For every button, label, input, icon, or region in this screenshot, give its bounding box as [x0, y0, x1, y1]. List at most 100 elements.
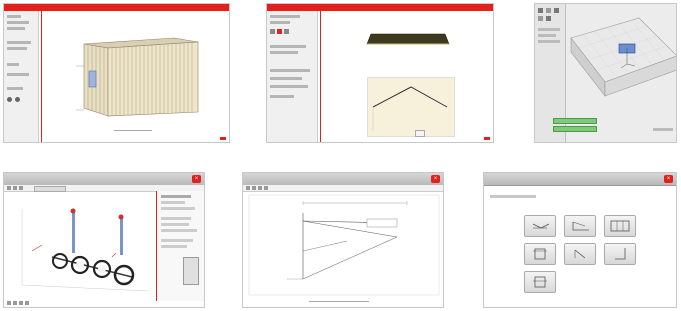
title-bar: [4, 4, 229, 11]
tool-icon[interactable]: [252, 186, 256, 190]
building-wall-illustration: [76, 37, 199, 117]
sidebar-item[interactable]: [270, 51, 298, 54]
corner-icon: [615, 248, 626, 260]
sidebar-item[interactable]: [7, 63, 19, 66]
tool-icon[interactable]: [284, 29, 289, 34]
sidebar-item[interactable]: [270, 21, 290, 24]
tool-icon[interactable]: [270, 29, 275, 34]
tool-icon[interactable]: [7, 186, 11, 190]
sidebar-item[interactable]: [7, 21, 29, 24]
footer-line: [114, 130, 152, 131]
sidebar-item[interactable]: [7, 41, 31, 44]
zoom-icon[interactable]: [7, 97, 12, 102]
sidebar-item[interactable]: [270, 15, 300, 18]
door-opening[interactable]: [88, 70, 97, 88]
prop-row[interactable]: [161, 223, 189, 226]
legend-box: [183, 257, 199, 285]
tool-icon[interactable]: [246, 186, 250, 190]
slab-3d-illustration: [570, 17, 676, 97]
footer-line: [309, 301, 369, 302]
roof-icon: [572, 221, 589, 231]
view-select[interactable]: [34, 186, 66, 192]
tool-icon[interactable]: [264, 186, 268, 190]
tool-icon[interactable]: [19, 301, 23, 305]
heading-bar: [490, 195, 536, 198]
list-item[interactable]: [538, 34, 556, 37]
roof-panel-illustration: [366, 33, 450, 45]
bottom-toolbar: [7, 301, 53, 306]
nav-button[interactable]: [415, 130, 425, 137]
sidebar-item[interactable]: [7, 87, 23, 90]
structure-3d-icon: [610, 220, 630, 232]
piping-3d-illustration: [21, 208, 149, 292]
pipe-column[interactable]: [72, 209, 75, 253]
wall-icon: [532, 223, 550, 229]
tool-icon[interactable]: [546, 16, 551, 21]
prop-row[interactable]: [161, 195, 191, 198]
tool-icon[interactable]: [258, 186, 262, 190]
properties-panel: [156, 191, 204, 301]
prop-row[interactable]: [161, 239, 193, 242]
list-item[interactable]: [538, 40, 560, 43]
tool-icon[interactable]: [25, 301, 29, 305]
status-button-2[interactable]: [553, 126, 597, 132]
pipe-column[interactable]: [120, 215, 123, 255]
divider: [41, 11, 42, 142]
structure-option-button[interactable]: [604, 215, 636, 237]
corner-mark: [220, 137, 226, 140]
prop-row[interactable]: [161, 207, 195, 210]
thumbnail-building-wall[interactable]: [3, 3, 230, 143]
panel-icon: [533, 248, 547, 260]
sidebar-item[interactable]: [7, 15, 21, 18]
thumbnail-3d-piping[interactable]: ×: [3, 172, 205, 308]
sidebar-item[interactable]: [270, 95, 294, 98]
toolbar: [243, 185, 443, 192]
sidebar-panel: [4, 11, 39, 142]
close-icon[interactable]: ×: [192, 175, 201, 183]
thumbnail-3d-slab[interactable]: [534, 3, 677, 143]
sidebar-item[interactable]: [270, 69, 310, 72]
frame-option-button[interactable]: [524, 271, 556, 293]
sidebar-item[interactable]: [270, 45, 306, 48]
tool-icon[interactable]: [277, 29, 282, 34]
line-diagram-icon: [574, 249, 586, 259]
close-icon[interactable]: ×: [664, 175, 673, 183]
sidebar-panel: [267, 11, 318, 142]
tool-icon[interactable]: [538, 16, 543, 21]
corner-mark: [484, 137, 490, 140]
sidebar-item[interactable]: [270, 85, 308, 88]
tool-icon[interactable]: [13, 186, 17, 190]
tool-icon[interactable]: [554, 8, 559, 13]
tool-icon[interactable]: [538, 8, 543, 13]
prop-row[interactable]: [161, 245, 187, 248]
prop-row[interactable]: [161, 201, 185, 204]
prop-row[interactable]: [161, 229, 197, 232]
thumbnail-roof-profile[interactable]: [266, 3, 494, 143]
annotation-box[interactable]: [366, 218, 398, 228]
gable-profile: [372, 86, 448, 131]
roof-option-button[interactable]: [564, 215, 596, 237]
line-diagram-illustration: [248, 194, 440, 296]
corner-option-button[interactable]: [604, 243, 636, 265]
sidebar-item[interactable]: [7, 73, 29, 76]
title-bar: [267, 4, 493, 11]
status-button-1[interactable]: [553, 118, 597, 124]
rotate-icon[interactable]: [15, 97, 20, 102]
tool-icon[interactable]: [546, 8, 551, 13]
divider: [320, 11, 321, 142]
sidebar-item[interactable]: [7, 47, 27, 50]
tool-icon[interactable]: [19, 186, 23, 190]
frame-icon: [533, 276, 547, 288]
tool-icon[interactable]: [7, 301, 11, 305]
wall-option-button[interactable]: [524, 215, 556, 237]
sidebar-item[interactable]: [7, 27, 25, 30]
line-option-button[interactable]: [564, 243, 596, 265]
close-icon[interactable]: ×: [431, 175, 440, 183]
tool-icon[interactable]: [13, 301, 17, 305]
thumbnail-icon-menu[interactable]: ×: [483, 172, 677, 308]
sidebar-item[interactable]: [270, 77, 302, 80]
prop-row[interactable]: [161, 217, 191, 220]
list-item[interactable]: [538, 28, 560, 31]
thumbnail-line-diagram[interactable]: ×: [242, 172, 444, 308]
panel-option-button[interactable]: [524, 243, 556, 265]
